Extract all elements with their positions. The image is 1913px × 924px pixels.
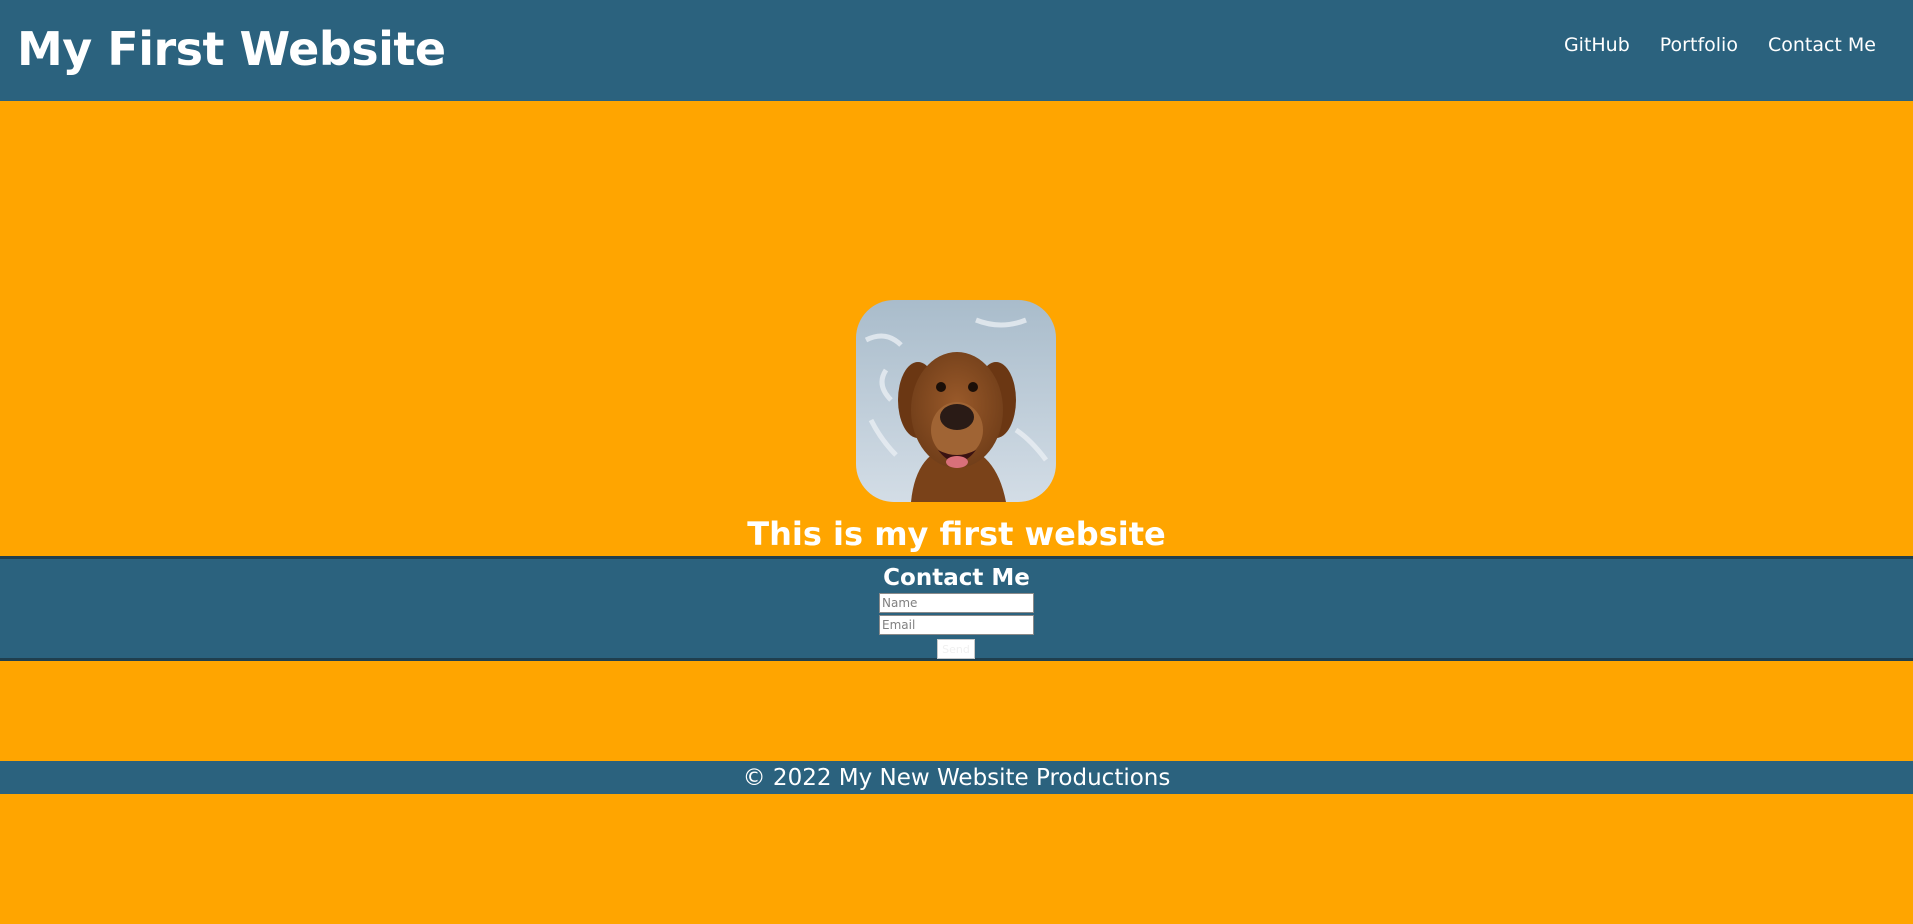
main-nav: GitHub Portfolio Contact Me	[1564, 34, 1876, 56]
send-button[interactable]: Send	[937, 639, 975, 659]
contact-title: Contact Me	[883, 565, 1030, 591]
nav-link-github[interactable]: GitHub	[1564, 34, 1630, 56]
site-footer: © 2022 My New Website Productions	[0, 761, 1913, 794]
footer-copyright: © 2022 My New Website Productions	[742, 765, 1171, 791]
name-input[interactable]	[879, 593, 1034, 613]
site-title: My First Website	[17, 22, 446, 76]
nav-link-contact[interactable]: Contact Me	[1768, 34, 1876, 56]
site-header: My First Website GitHub Portfolio Contac…	[0, 0, 1913, 101]
hero-heading: This is my first website	[747, 515, 1166, 553]
email-input[interactable]	[879, 615, 1034, 635]
dog-avatar-image	[856, 300, 1056, 502]
nav-link-portfolio[interactable]: Portfolio	[1660, 34, 1738, 56]
contact-section: Contact Me Send	[0, 556, 1913, 661]
